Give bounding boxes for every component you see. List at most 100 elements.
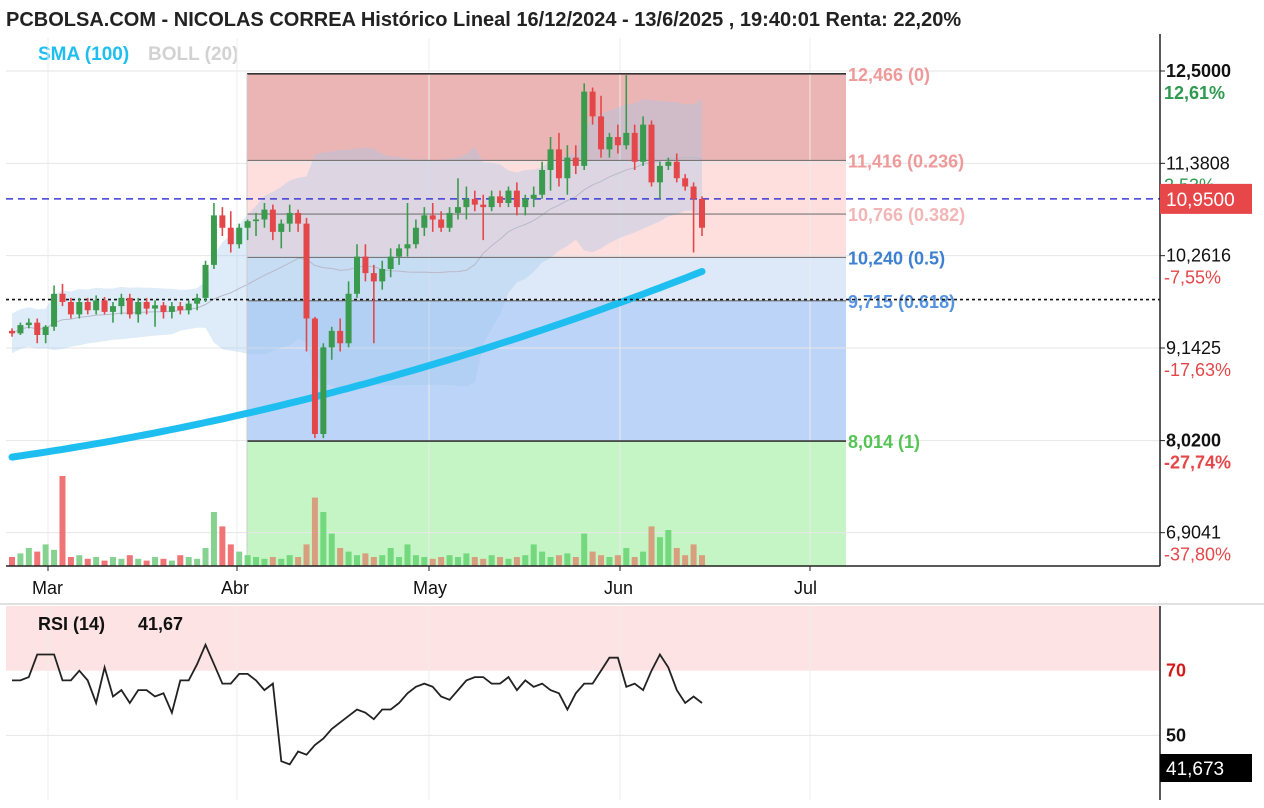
volume-bar (673, 548, 680, 566)
volume-bar (194, 558, 201, 566)
volume-bar (118, 558, 125, 566)
volume-bar (109, 557, 116, 566)
candle-body (606, 137, 613, 150)
candle-body (109, 306, 116, 312)
volume-bar (656, 537, 663, 566)
volume-bar (320, 512, 327, 566)
candle-body (539, 170, 546, 195)
volume-bar (202, 548, 209, 566)
volume-bar (362, 553, 369, 566)
candle-body (194, 297, 201, 304)
fib-label: 10,766 (0.382) (848, 205, 965, 225)
candle-body (152, 305, 159, 309)
x-tick-label: May (413, 578, 447, 598)
volume-bar (665, 530, 672, 566)
candle-body (572, 157, 579, 166)
volume-bar (387, 548, 394, 566)
candle-body (303, 223, 310, 319)
candle-body (101, 300, 108, 312)
volume-bar (539, 551, 546, 566)
volume-bar (505, 558, 512, 566)
candle-body (320, 347, 327, 434)
volume-bar (152, 557, 159, 566)
candle-body (665, 161, 672, 166)
volume-bar (354, 555, 360, 566)
volume-bar (236, 551, 243, 566)
fib-zone-0 (247, 73, 846, 161)
candle-body (421, 215, 428, 228)
candle-body (488, 196, 495, 208)
volume-bar (631, 557, 638, 566)
volume-bar (421, 557, 428, 566)
volume-bar (412, 555, 419, 566)
volume-bar (446, 555, 453, 566)
volume-bar (34, 551, 41, 566)
fib-label: 11,416 (0.236) (848, 151, 964, 171)
volume-bar (598, 555, 605, 566)
candle-body (555, 149, 562, 179)
rsi-level-50: 50 (1166, 725, 1186, 745)
candle-body (227, 227, 234, 245)
volume-bar (160, 558, 167, 566)
candle-body (143, 302, 150, 309)
rsi-level-70: 70 (1166, 661, 1186, 681)
y-tick-pct: -27,74% (1164, 453, 1231, 473)
candle-body (505, 190, 512, 203)
candle-body (673, 161, 680, 179)
volume-bar (463, 553, 470, 566)
fib-label: 10,240 (0.5) (848, 248, 945, 268)
volume-bar (497, 557, 504, 566)
volume-bar (168, 560, 175, 566)
volume-bar (126, 555, 133, 566)
rsi-title: RSI (14) (38, 614, 105, 634)
candle-body (295, 212, 302, 224)
volume-bar (429, 558, 436, 566)
candle-body (286, 212, 293, 224)
volume-bar (370, 557, 377, 566)
volume-bar (135, 558, 142, 566)
volume-bar (581, 533, 588, 566)
candle-body (412, 227, 419, 245)
volume-bar (522, 555, 529, 566)
volume-bar (480, 558, 487, 566)
volume-bar (404, 544, 411, 566)
candle-body (328, 330, 335, 348)
fib-label: 8,014 (1) (848, 432, 920, 452)
volume-bar (454, 557, 461, 566)
volume-bar (286, 555, 293, 566)
candle-body (354, 256, 360, 294)
volume-bar (311, 497, 318, 566)
candle-body (177, 306, 184, 311)
candle-body (682, 178, 689, 187)
volume-bar (623, 548, 630, 566)
volume-bar (177, 555, 184, 566)
candle-body (463, 198, 470, 208)
y-tick-pct: -7,55% (1164, 268, 1221, 288)
candle-body (631, 132, 638, 162)
volume-bar (67, 557, 74, 566)
candle-body (446, 212, 453, 228)
y-tick-pct: -37,80% (1164, 545, 1231, 565)
y-tick-price: 10,2616 (1166, 246, 1231, 266)
volume-bar (614, 555, 621, 566)
candle-body (67, 302, 74, 315)
x-tick-label: Abr (221, 578, 249, 598)
volume-bar (606, 557, 613, 566)
volume-bar (295, 557, 302, 566)
volume-bar (396, 557, 403, 566)
candle-body (236, 227, 243, 245)
volume-bar (513, 557, 520, 566)
candle-body (454, 207, 461, 213)
candle-body (210, 215, 217, 265)
volume-bar (219, 526, 226, 566)
fib-label: 9,715 (0.618) (848, 292, 955, 312)
candle-body (9, 330, 15, 334)
candle-body (581, 91, 588, 166)
candle-body (589, 91, 596, 117)
y-tick-price: 8,0200 (1166, 431, 1221, 451)
rsi-last-value: 41,673 (1166, 759, 1224, 780)
volume-bar (303, 544, 310, 566)
candle-body (17, 325, 24, 334)
volume-bar (185, 557, 192, 566)
candle-body (269, 209, 276, 232)
